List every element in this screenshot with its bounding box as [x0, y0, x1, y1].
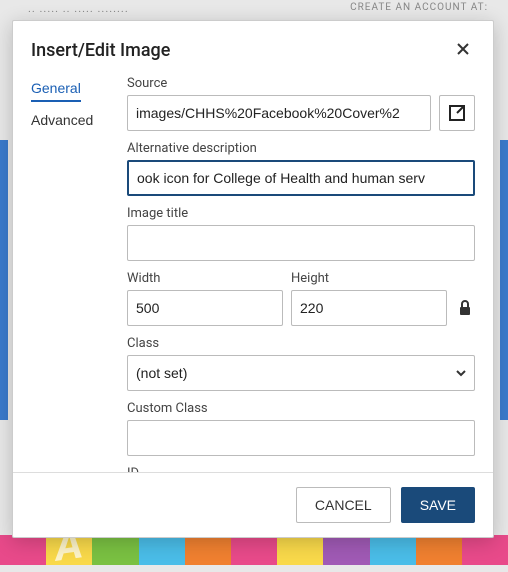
label-width: Width — [127, 271, 283, 286]
class-select[interactable]: (not set) — [127, 355, 475, 391]
field-class: Class (not set) — [127, 336, 475, 391]
tab-advanced[interactable]: Advanced — [31, 112, 93, 132]
field-source: Source — [127, 76, 475, 131]
height-input[interactable] — [291, 290, 447, 326]
lock-icon — [458, 300, 472, 316]
dialog-tabs: General Advanced — [31, 76, 127, 464]
form-panel: Source Alternative description Image tit… — [127, 76, 475, 464]
source-browse-button[interactable] — [439, 95, 475, 131]
background-accent — [500, 140, 508, 420]
label-class: Class — [127, 336, 475, 351]
dialog-header: Insert/Edit Image — [13, 21, 493, 76]
field-image-title: Image title — [127, 206, 475, 261]
width-input[interactable] — [127, 290, 283, 326]
field-width: Width — [127, 271, 283, 326]
dimensions-row: Width Height — [127, 271, 475, 326]
close-icon — [455, 41, 471, 57]
field-custom-class: Custom Class — [127, 401, 475, 456]
dialog-footer: CANCEL SAVE — [13, 472, 493, 537]
aspect-lock-button[interactable] — [455, 290, 475, 326]
close-button[interactable] — [451, 37, 475, 64]
label-custom-class: Custom Class — [127, 401, 475, 416]
dialog-title: Insert/Edit Image — [31, 40, 170, 61]
source-input[interactable] — [127, 95, 431, 131]
background-text: .. ..... .. ..... ........ — [28, 2, 129, 15]
alt-input[interactable] — [127, 160, 475, 196]
image-title-input[interactable] — [127, 225, 475, 261]
field-alt: Alternative description — [127, 141, 475, 196]
label-height: Height — [291, 271, 447, 286]
background-accent — [0, 140, 8, 420]
field-height: Height — [291, 271, 447, 326]
background-text: CREATE AN ACCOUNT AT: — [350, 2, 488, 13]
label-alt: Alternative description — [127, 141, 475, 156]
label-image-title: Image title — [127, 206, 475, 221]
open-external-icon — [448, 104, 466, 122]
insert-edit-image-dialog: Insert/Edit Image General Advanced Sourc… — [12, 20, 494, 538]
tab-general[interactable]: General — [31, 80, 81, 102]
label-source: Source — [127, 76, 475, 91]
cancel-button[interactable]: CANCEL — [296, 487, 391, 523]
save-button[interactable]: SAVE — [401, 487, 475, 523]
custom-class-input[interactable] — [127, 420, 475, 456]
